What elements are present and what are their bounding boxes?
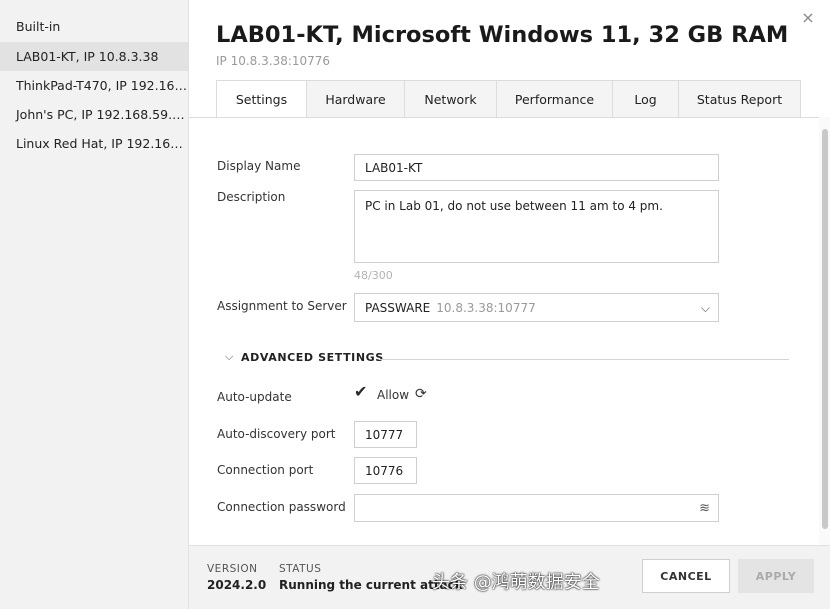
tab-settings[interactable]: Settings (216, 80, 307, 118)
auto-update-checkbox[interactable]: ✔ (354, 384, 370, 400)
status-value: Running the current attack (279, 578, 463, 592)
tab-bar: Settings Hardware Network Performance Lo… (216, 80, 801, 118)
apply-button[interactable]: APPLY (738, 559, 814, 593)
tab-network[interactable]: Network (405, 80, 497, 118)
scrollbar-thumb[interactable] (822, 129, 828, 529)
assignment-label: Assignment to Server (217, 299, 347, 313)
advanced-settings-label: ADVANCED SETTINGS (241, 350, 384, 364)
connection-port-field[interactable]: 10776 (354, 457, 417, 484)
scrollbar[interactable] (819, 117, 830, 545)
connection-port-label: Connection port (217, 463, 314, 477)
discovery-port-field[interactable]: 10777 (354, 421, 417, 448)
section-divider (379, 359, 789, 360)
chevron-down-icon: ⌵ (700, 301, 710, 315)
refresh-icon[interactable]: ⟳ (415, 386, 427, 402)
settings-content: Display Name LAB01-KT Description PC in … (189, 117, 819, 545)
display-name-label: Display Name (217, 159, 301, 173)
agent-details-panel: × LAB01-KT, Microsoft Windows 11, 32 GB … (189, 0, 830, 609)
description-counter: 48/300 (354, 269, 393, 282)
tab-hardware[interactable]: Hardware (307, 80, 405, 118)
auto-update-label: Auto-update (217, 390, 292, 404)
description-label: Description (217, 190, 286, 204)
sidebar-item-linux-red-hat[interactable]: Linux Red Hat, IP 192.168.1.33 (0, 129, 189, 158)
eye-closed-icon[interactable]: ≋ (699, 501, 710, 516)
description-field[interactable]: PC in Lab 01, do not use between 11 am t… (354, 190, 719, 263)
allow-label: Allow (377, 388, 410, 402)
advanced-settings-toggle[interactable]: ⌵ ADVANCED SETTINGS (225, 350, 384, 364)
sidebar-item-lab01-kt[interactable]: LAB01-KT, IP 10.8.3.38 (0, 42, 189, 71)
display-name-field[interactable]: LAB01-KT (354, 154, 719, 181)
tab-log[interactable]: Log (613, 80, 679, 118)
version-label: VERSION (207, 563, 258, 575)
server-name: PASSWARE (365, 300, 431, 315)
sidebar-item-thinkpad-t470[interactable]: ThinkPad-T470, IP 192.168.1.120 (0, 71, 189, 100)
close-icon[interactable]: × (800, 10, 816, 26)
footer: VERSION 2024.2.0 STATUS Running the curr… (189, 545, 830, 609)
server-select[interactable]: PASSWARE 10.8.3.38:10777 ⌵ (354, 293, 719, 322)
tab-performance[interactable]: Performance (497, 80, 613, 118)
status-label: STATUS (279, 563, 322, 575)
connection-password-field[interactable]: ≋ (354, 494, 719, 522)
server-address: 10.8.3.38:10777 (436, 300, 536, 315)
chevron-down-icon: ⌵ (225, 350, 234, 363)
page-subtitle: IP 10.8.3.38:10776 (216, 54, 331, 68)
sidebar: Built-in LAB01-KT, IP 10.8.3.38 ThinkPad… (0, 0, 189, 609)
sidebar-item-built-in[interactable]: Built-in (0, 12, 189, 41)
version-value: 2024.2.0 (207, 578, 267, 592)
sidebar-item-johns-pc[interactable]: John's PC, IP 192.168.59.120 (0, 100, 189, 129)
tab-status-report[interactable]: Status Report (679, 80, 801, 118)
discovery-port-label: Auto-discovery port (217, 427, 336, 441)
connection-password-label: Connection password (217, 500, 346, 514)
page-title: LAB01-KT, Microsoft Windows 11, 32 GB RA… (216, 22, 789, 48)
cancel-button[interactable]: CANCEL (642, 559, 730, 593)
